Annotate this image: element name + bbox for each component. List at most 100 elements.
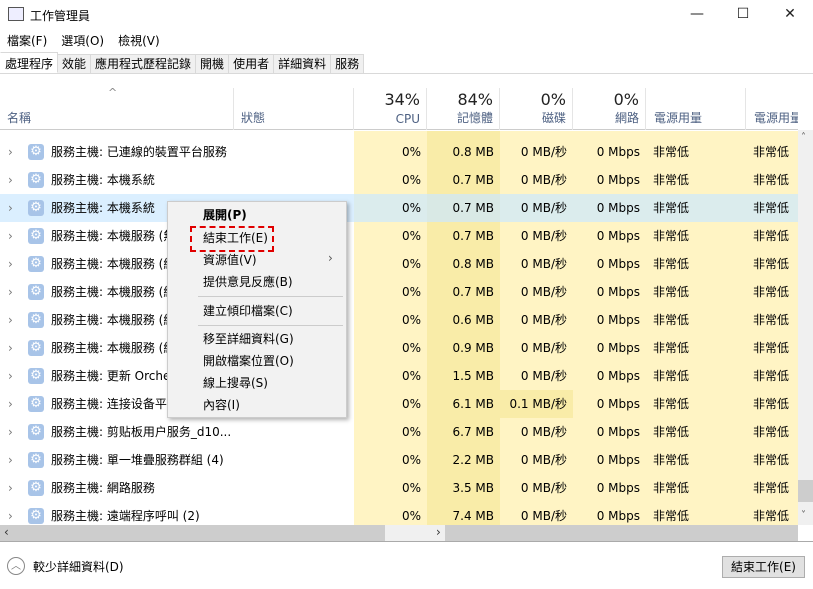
title-bar: 工作管理員 — ☐ ✕ <box>0 0 813 30</box>
process-row[interactable]: › ⚙ 服務主機: 本機服務 (無 0% 0.7 MB 0 MB/秒 0 Mbps 非常低 非常… <box>0 222 798 250</box>
menu-item-search-online[interactable]: 線上搜尋(S) <box>203 375 268 391</box>
network-value: 0 Mbps <box>596 145 640 159</box>
disk-value: 0 MB/秒 <box>520 369 567 383</box>
power-trend-value: 非常低 <box>753 145 790 159</box>
menu-item-create-dump[interactable]: 建立傾印檔案(C) <box>203 303 293 319</box>
close-button[interactable]: ✕ <box>767 0 813 30</box>
memory-value: 0.7 MB <box>452 285 494 299</box>
chevron-right-icon[interactable]: › <box>8 502 18 525</box>
scroll-down-icon[interactable]: ˅ <box>801 510 806 521</box>
col-network[interactable]: 0% 網路 <box>573 88 646 130</box>
process-row[interactable]: › ⚙ 服務主機: 網路服務 0% 3.5 MB 0 MB/秒 0 Mbps 非常低 非常低 <box>0 474 798 502</box>
tab-services[interactable]: 服務 <box>331 54 365 74</box>
submenu-arrow-icon: › <box>328 251 333 265</box>
cpu-value: 0% <box>401 369 421 383</box>
cpu-value: 0% <box>401 173 421 187</box>
chevron-right-icon[interactable]: › <box>8 334 18 362</box>
gear-icon: ⚙ <box>28 312 44 328</box>
disk-value: 0 MB/秒 <box>520 201 567 215</box>
tab-startup[interactable]: 開機 <box>196 54 230 74</box>
vertical-scrollbar[interactable]: ˄ ˅ <box>798 130 813 525</box>
tab-processes[interactable]: 處理程序 <box>0 52 59 73</box>
menu-item-go-to-details[interactable]: 移至詳細資料(G) <box>203 331 294 347</box>
chevron-right-icon[interactable]: › <box>8 138 18 166</box>
chevron-right-icon[interactable]: › <box>8 222 18 250</box>
col-name[interactable]: ^ 名稱 <box>0 86 234 130</box>
process-row[interactable]: › ⚙ 服務主機: 本機系統 0% 0.7 MB 0 MB/秒 0 Mbps 非常低 非常低 <box>0 166 798 194</box>
cpu-value: 0% <box>401 257 421 271</box>
power-trend-value: 非常低 <box>753 173 790 187</box>
menu-item-end-task[interactable]: 結束工作(E) <box>203 230 268 246</box>
menu-item-open-file-location[interactable]: 開啟檔案位置(O) <box>203 353 294 369</box>
end-task-button[interactable]: 結束工作(E) <box>722 556 805 578</box>
chevron-right-icon[interactable]: › <box>8 390 18 418</box>
memory-value: 1.5 MB <box>452 369 494 383</box>
tab-details[interactable]: 詳細資料 <box>274 54 332 74</box>
disk-value: 0 MB/秒 <box>520 229 567 243</box>
col-power[interactable]: 電源用量 <box>646 88 746 130</box>
tab-users[interactable]: 使用者 <box>229 54 275 74</box>
chevron-right-icon[interactable]: › <box>8 446 18 474</box>
tab-performance[interactable]: 效能 <box>58 54 92 74</box>
process-row[interactable]: › ⚙ 服務主機: 本機服務 (網 0% 0.6 MB 0 MB/秒 0 Mbps 非常低 非常… <box>0 306 798 334</box>
menu-item-properties[interactable]: 內容(I) <box>203 397 240 413</box>
process-row[interactable]: › ⚙ 服務主機: 已連線的裝置平台服務 0% 0.8 MB 0 MB/秒 0 Mbps 非常… <box>0 138 798 166</box>
process-row[interactable]: › ⚙ 服務主機: 單一堆疊服務群組 (4) 0% 2.2 MB 0 MB/秒 0 Mbps… <box>0 446 798 474</box>
memory-value: 2.2 MB <box>452 453 494 467</box>
cpu-value: 0% <box>401 425 421 439</box>
process-row[interactable]: › ⚙ 服務主機: 本機系統 0% 0.7 MB 0 MB/秒 0 Mbps 非常低 非常低 <box>0 194 798 222</box>
minimize-button[interactable]: — <box>674 0 720 30</box>
chevron-right-icon[interactable]: › <box>8 278 18 306</box>
menu-item-expand[interactable]: 展開(P) <box>203 207 247 223</box>
fewer-details-button[interactable]: ︿ 較少詳細資料(D) <box>7 557 124 575</box>
process-row[interactable]: › ⚙ 服務主機: 本機服務 (網 0% 0.7 MB 0 MB/秒 0 Mbps 非常低 非常… <box>0 278 798 306</box>
network-value: 0 Mbps <box>596 453 640 467</box>
col-power-trend[interactable]: 電源用量趨勢 <box>746 88 798 130</box>
network-value: 0 Mbps <box>596 229 640 243</box>
col-disk[interactable]: 0% 磁碟 <box>500 88 573 130</box>
chevron-right-icon[interactable]: › <box>8 250 18 278</box>
maximize-button[interactable]: ☐ <box>720 0 766 30</box>
horizontal-scrollbar[interactable]: ‹ › <box>0 525 798 541</box>
scroll-thumb[interactable] <box>798 480 813 502</box>
process-row[interactable]: › ⚙ 服務主機: 遠端程序呼叫 (2) 0% 7.4 MB 0 MB/秒 0 Mbps 非常… <box>0 502 798 525</box>
chevron-right-icon[interactable]: › <box>8 418 18 446</box>
menu-options[interactable]: 選項(O) <box>61 34 104 48</box>
process-row[interactable]: › ⚙ 服務主機: 剪贴板用户服务_d10... 0% 6.7 MB 0 MB/秒 0 Mb… <box>0 418 798 446</box>
menu-item-feedback[interactable]: 提供意見反應(B) <box>203 274 293 290</box>
col-cpu[interactable]: 34% CPU <box>354 88 427 130</box>
process-row[interactable]: › ⚙ 服務主機: 本機服務 (網 0% 0.8 MB 0 MB/秒 0 Mbps 非常低 非常… <box>0 250 798 278</box>
process-row[interactable]: › ⚙ 服務主機: 连接设备平台 0% 6.1 MB 0.1 MB/秒 0 Mbps 非常低非… <box>0 390 798 418</box>
chevron-right-icon[interactable]: › <box>8 166 18 194</box>
memory-total: 84% <box>457 90 493 109</box>
chevron-right-icon[interactable]: › <box>8 362 18 390</box>
gear-icon: ⚙ <box>28 340 44 356</box>
scroll-left-icon[interactable]: ‹ <box>4 525 9 539</box>
process-row[interactable]: › ⚙ 服務主機: 本機服務 (網 0% 0.9 MB 0 MB/秒 0 Mbps 非常低 非常… <box>0 334 798 362</box>
menu-file[interactable]: 檔案(F) <box>7 34 47 48</box>
process-row[interactable]: › ⚙ 服務主機: 更新 Orches 0% 1.5 MB 0 MB/秒 0 Mbps 非常低… <box>0 362 798 390</box>
process-name: 服務主機: 網路服務 <box>51 481 155 495</box>
scroll-right-icon[interactable]: › <box>436 525 441 539</box>
process-name: 服務主機: 單一堆疊服務群組 (4) <box>51 453 224 467</box>
tab-app-history[interactable]: 應用程式歷程記錄 <box>91 54 197 74</box>
power-value: 非常低 <box>653 201 690 215</box>
chevron-right-icon[interactable]: › <box>8 194 18 222</box>
col-cpu-label: CPU <box>395 112 420 126</box>
col-status[interactable]: 狀態 <box>234 88 354 130</box>
memory-value: 0.8 MB <box>452 145 494 159</box>
scroll-up-icon[interactable]: ˄ <box>801 132 806 143</box>
disk-value: 0 MB/秒 <box>520 453 567 467</box>
cpu-value: 0% <box>401 341 421 355</box>
cpu-value: 0% <box>401 201 421 215</box>
chevron-right-icon[interactable]: › <box>8 474 18 502</box>
power-trend-value: 非常低 <box>753 481 790 495</box>
menu-view[interactable]: 檢視(V) <box>118 34 160 48</box>
power-trend-value: 非常低 <box>753 229 790 243</box>
col-memory[interactable]: 84% 記憶體 <box>427 88 500 130</box>
cpu-value: 0% <box>401 453 421 467</box>
gear-icon: ⚙ <box>28 508 44 524</box>
col-name-label: 名稱 <box>7 111 32 125</box>
menu-item-resource-values[interactable]: 資源值(V) <box>203 252 257 268</box>
chevron-right-icon[interactable]: › <box>8 306 18 334</box>
